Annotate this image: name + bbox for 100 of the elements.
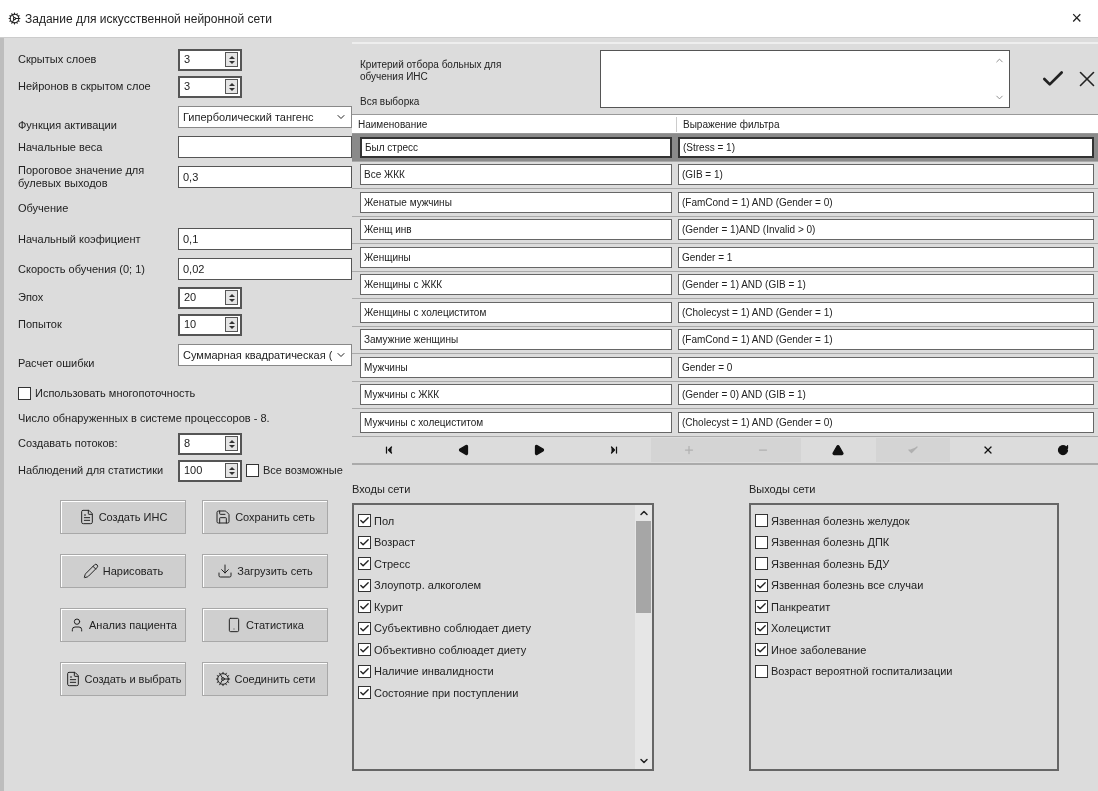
checkbox-label: Злоупотр. алкоголем bbox=[374, 578, 482, 593]
checkbox[interactable] bbox=[755, 664, 768, 678]
spin-field[interactable]: 8 bbox=[178, 432, 242, 455]
checkbox[interactable] bbox=[755, 535, 768, 549]
action-button[interactable]: Нарисовать bbox=[60, 554, 186, 588]
checkbox[interactable] bbox=[358, 535, 371, 549]
field-label: Попыток bbox=[18, 318, 63, 331]
spin-arrows-icon[interactable] bbox=[225, 463, 238, 478]
table-cell: (Gender = 1)AND (Invalid > 0) bbox=[678, 219, 1094, 241]
checkbox-label: Стресс bbox=[374, 556, 411, 572]
spin-arrows-icon[interactable] bbox=[225, 79, 238, 94]
checkbox[interactable] bbox=[358, 686, 371, 700]
field-label: Эпох bbox=[18, 291, 45, 304]
table-row[interactable]: Женщ инв (Gender = 1)AND (Invalid > 0) bbox=[352, 216, 1098, 244]
checkbox[interactable] bbox=[755, 621, 768, 635]
text-field[interactable]: 0,02 bbox=[178, 258, 352, 280]
table-cell: (Cholecyst = 1) AND (Gender = 0) bbox=[678, 411, 1094, 433]
checkbox-label: Пол bbox=[374, 513, 395, 529]
info-text: Число обнаруженных в системе процессоров - 8. bbox=[18, 410, 270, 426]
checkbox[interactable] bbox=[246, 464, 259, 477]
field-label: Нейронов в скрытом слое bbox=[18, 80, 152, 93]
action-button[interactable]: Создать и выбрать bbox=[60, 662, 186, 696]
checkbox[interactable] bbox=[358, 621, 371, 635]
action-button[interactable]: Соединить сети bbox=[202, 662, 328, 696]
table-row[interactable]: Все ЖКК (GIB = 1) bbox=[352, 161, 1098, 189]
action-button[interactable]: Загрузить сеть bbox=[202, 554, 328, 588]
table-row[interactable]: Был стресс (Stress = 1) bbox=[352, 134, 1098, 162]
checkbox-label: Язвенная болезнь желудок bbox=[771, 513, 910, 529]
close-button[interactable]: × bbox=[1063, 5, 1090, 32]
document-icon bbox=[64, 671, 81, 687]
field-label: Наблюдений для статистики bbox=[18, 464, 165, 477]
action-button[interactable]: Статистика bbox=[202, 608, 328, 642]
column-header: Выражение фильтра bbox=[682, 117, 781, 132]
checkbox[interactable] bbox=[358, 600, 371, 614]
table-cell: Женщины с ЖКК bbox=[360, 274, 672, 296]
app-icon bbox=[8, 12, 21, 25]
spin-field[interactable]: 20 bbox=[178, 286, 242, 309]
criteria-field[interactable] bbox=[600, 50, 1010, 108]
checkbox[interactable] bbox=[18, 386, 31, 400]
table-row[interactable]: Женщины с ЖКК (Gender = 1) AND (GIB = 1) bbox=[352, 271, 1098, 299]
spin-field[interactable]: 3 bbox=[178, 48, 242, 71]
document-icon bbox=[78, 509, 95, 525]
table-cell: Мужчины с холециститом bbox=[360, 411, 672, 433]
action-button[interactable]: Сохранить сеть bbox=[202, 500, 328, 534]
dropdown[interactable]: Суммарная квадратическая ( bbox=[178, 344, 352, 366]
checkbox[interactable] bbox=[358, 557, 371, 571]
table-cell: Женщ инв bbox=[360, 219, 672, 241]
checkbox-label: Все возможные bbox=[263, 463, 343, 479]
group-title: Входы сети bbox=[352, 481, 412, 497]
checkbox-label: Курит bbox=[374, 599, 404, 615]
checkbox[interactable] bbox=[358, 514, 371, 528]
checkbox-label: Состояние при поступлении bbox=[374, 685, 519, 701]
table-cell: (Cholecyst = 1) AND (Gender = 1) bbox=[678, 301, 1094, 323]
spin-field[interactable]: 10 bbox=[178, 313, 242, 336]
field-label: Начальный коэфициент bbox=[18, 232, 142, 246]
action-button[interactable]: Создать ИНС bbox=[60, 500, 186, 534]
checkbox[interactable] bbox=[358, 643, 371, 657]
table-cell: Был стресс bbox=[360, 136, 672, 158]
plus-icon bbox=[682, 443, 695, 456]
table-row[interactable]: Мужчины с холециститом (Cholecyst = 1) AND (Gender = 0) bbox=[352, 409, 1098, 437]
field-label: Функция активации bbox=[18, 119, 118, 132]
table-row[interactable]: Женатые мужчины (FamCond = 1) AND (Gender = 0) bbox=[352, 189, 1098, 217]
table-row[interactable]: Мужчины с ЖКК (Gender = 0) AND (GIB = 1) bbox=[352, 381, 1098, 409]
table-cell: (Stress = 1) bbox=[678, 136, 1094, 158]
checkbox-label: Возраст вероятной госпитализации bbox=[771, 664, 953, 679]
spin-arrows-icon[interactable] bbox=[225, 52, 238, 67]
table-cell: Gender = 1 bbox=[678, 246, 1094, 268]
table-cell: Женатые мужчины bbox=[360, 191, 672, 213]
field-label: Расчет ошибки bbox=[18, 357, 96, 370]
field-label: Начальные веса bbox=[18, 140, 104, 154]
checkbox-label: Иное заболевание bbox=[771, 642, 867, 658]
table-row[interactable]: Замужние женщины (FamCond = 1) AND (Gender = 1) bbox=[352, 326, 1098, 354]
scrollbar[interactable] bbox=[635, 505, 652, 769]
spin-field[interactable]: 100 bbox=[178, 459, 242, 482]
checkbox[interactable] bbox=[755, 643, 768, 657]
spin-arrows-icon[interactable] bbox=[225, 317, 238, 332]
text-field[interactable]: 0,1 bbox=[178, 228, 352, 250]
pencil-icon bbox=[82, 563, 99, 579]
checkbox[interactable] bbox=[755, 578, 768, 592]
table-cell: Женщины bbox=[360, 246, 672, 268]
table-row[interactable]: Женщины Gender = 1 bbox=[352, 244, 1098, 272]
spin-field[interactable]: 3 bbox=[178, 75, 242, 98]
checkbox[interactable] bbox=[358, 578, 371, 592]
table-row[interactable]: Мужчины Gender = 0 bbox=[352, 354, 1098, 382]
table-row[interactable]: Женщины с холециститом (Cholecyst = 1) AND (Gender = 1) bbox=[352, 299, 1098, 327]
criteria-value: Вся выборка bbox=[360, 95, 421, 109]
checkbox[interactable] bbox=[755, 514, 768, 528]
checkbox[interactable] bbox=[755, 600, 768, 614]
dropdown[interactable]: Гиперболический тангенс bbox=[178, 106, 352, 128]
spin-arrows-icon[interactable] bbox=[225, 436, 238, 451]
field-label: Скорость обучения (0; 1) bbox=[18, 262, 146, 276]
checkbox-label: Объективно соблюадет диету bbox=[374, 642, 527, 658]
table-cell: (FamCond = 1) AND (Gender = 1) bbox=[678, 329, 1094, 351]
checkbox[interactable] bbox=[358, 664, 371, 678]
action-button[interactable]: Анализ пациента bbox=[60, 608, 186, 642]
spin-arrows-icon[interactable] bbox=[225, 290, 238, 305]
checkbox-label: Использовать многопоточность bbox=[35, 385, 196, 401]
text-field[interactable]: 0,3 bbox=[178, 166, 352, 188]
text-field[interactable] bbox=[178, 136, 352, 158]
checkbox[interactable] bbox=[755, 557, 768, 571]
